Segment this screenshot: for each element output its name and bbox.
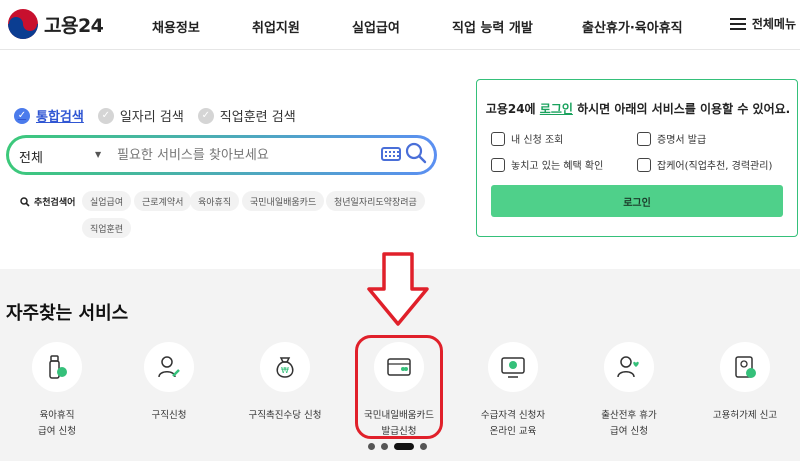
- list-icon: [491, 131, 505, 146]
- service-label: 출산전후 휴가: [601, 410, 657, 421]
- recommended-chip[interactable]: 직업훈련: [82, 218, 132, 238]
- svg-text:₩: ₩: [281, 366, 289, 375]
- highlight-box-annotation: [355, 335, 443, 439]
- service-job-promotion-allowance[interactable]: ₩ 구직촉진수당 신청: [230, 342, 340, 424]
- tab-label: 통합검색: [36, 110, 84, 125]
- login-message-pre: 고용24에: [485, 102, 540, 116]
- certificate-link[interactable]: 증명서 발급: [637, 131, 706, 146]
- carousel-pagination: [368, 443, 427, 450]
- money-bag-icon: ₩: [276, 357, 294, 378]
- service-maternity-leave-benefit[interactable]: 출산전후 휴가급여 신청: [574, 342, 684, 440]
- search-tabs: ✓ 통합검색 ✓ 일자리 검색 ✓ 직업훈련 검색: [14, 106, 296, 125]
- down-arrow-annotation-icon: [367, 252, 429, 326]
- nav-item-vocational-training[interactable]: 직업 능력 개발: [452, 17, 533, 36]
- login-button[interactable]: 로그인: [491, 185, 783, 217]
- recommended-chip[interactable]: 실업급여: [82, 191, 132, 211]
- section-title: 자주찾는 서비스: [6, 303, 129, 324]
- all-menu-label: 전체메뉴: [751, 17, 796, 31]
- tab-training-search[interactable]: ✓ 직업훈련 검색: [197, 106, 296, 125]
- my-application-link[interactable]: 내 신청 조회: [491, 131, 563, 146]
- service-label: 구직촉진수당 신청: [248, 410, 322, 421]
- search-box: 전체 ▼: [6, 135, 437, 175]
- service-label: 육아휴직: [39, 410, 75, 421]
- nav-item-parental-leave[interactable]: 출산휴가·육아휴직: [582, 17, 683, 36]
- document-icon: [637, 131, 651, 146]
- benefits-link[interactable]: 놓치고 있는 혜택 확인: [491, 157, 603, 172]
- recommended-chip[interactable]: 국민내일배움카드: [242, 191, 325, 211]
- nav-item-jobs[interactable]: 채용정보: [152, 17, 200, 36]
- search-input[interactable]: [117, 144, 377, 166]
- career-icon: [637, 157, 651, 172]
- site-logo[interactable]: 고용24: [8, 9, 104, 39]
- nav-item-employment-support[interactable]: 취업지원: [252, 17, 300, 36]
- login-link[interactable]: 로그인: [540, 102, 573, 116]
- recommended-label: 추천검색어: [20, 195, 75, 208]
- carousel-dot-active[interactable]: [394, 443, 414, 450]
- service-label: 급여 신청: [38, 426, 76, 437]
- search-scope-select[interactable]: 전체: [19, 147, 43, 166]
- recommended-label-text: 추천검색어: [34, 198, 76, 208]
- tab-label: 직업훈련 검색: [219, 110, 296, 125]
- tab-integrated-search[interactable]: ✓ 통합검색: [14, 106, 84, 125]
- quick-link-label: 증명서 발급: [657, 135, 707, 146]
- badge-check-icon: [735, 356, 756, 378]
- carousel-dot[interactable]: [381, 443, 388, 450]
- tab-job-search[interactable]: ✓ 일자리 검색: [97, 106, 184, 125]
- search-icon[interactable]: [405, 142, 427, 164]
- login-message-post: 하시면 아래의 서비스를 이용할 수 있어요.: [572, 102, 791, 116]
- tab-label: 일자리 검색: [119, 110, 184, 125]
- service-label: 수급자격 신청자: [480, 410, 546, 421]
- caret-down-icon[interactable]: ▼: [95, 150, 101, 159]
- page: 고용24 채용정보 취업지원 실업급여 직업 능력 개발 출산휴가·육아휴직 전…: [0, 0, 800, 461]
- recommended-chip[interactable]: 근로계약서: [134, 191, 192, 211]
- service-job-application[interactable]: 구직신청: [114, 342, 224, 424]
- recommended-chip[interactable]: 육아휴직: [190, 191, 240, 211]
- taegeuk-logo-icon: [8, 9, 38, 39]
- header: 고용24 채용정보 취업지원 실업급여 직업 능력 개발 출산휴가·육아휴직 전…: [0, 0, 800, 50]
- person-edit-icon: [158, 356, 180, 378]
- document-search-icon: [491, 157, 505, 172]
- service-employment-permit-report[interactable]: 고용허가제 신고: [690, 342, 800, 424]
- all-menu-button[interactable]: 전체메뉴: [729, 15, 796, 32]
- carousel-dot[interactable]: [368, 443, 375, 450]
- hamburger-icon: [729, 17, 746, 30]
- check-icon: ✓: [97, 107, 114, 124]
- check-icon: ✓: [14, 107, 30, 124]
- person-heart-icon: [617, 356, 639, 378]
- login-message: 고용24에 로그인 하시면 아래의 서비스를 이용할 수 있어요.: [477, 100, 799, 117]
- service-label: 급여 신청: [610, 426, 648, 437]
- service-label: 고용허가제 신고: [712, 410, 778, 421]
- login-panel: 고용24에 로그인 하시면 아래의 서비스를 이용할 수 있어요. 내 신청 조…: [476, 79, 798, 237]
- quick-link-label: 놓치고 있는 혜택 확인: [511, 161, 604, 172]
- quick-link-label: 잡케어(직업추천, 경력관리): [657, 161, 773, 172]
- service-label: 온라인 교육: [489, 426, 537, 437]
- logo-text: 고용24: [44, 14, 104, 37]
- jobcare-link[interactable]: 잡케어(직업추천, 경력관리): [637, 157, 772, 172]
- quick-link-label: 내 신청 조회: [511, 135, 564, 146]
- check-icon: ✓: [197, 107, 214, 124]
- baby-bottle-icon: [49, 355, 67, 379]
- search-icon: [20, 196, 30, 207]
- carousel-dot[interactable]: [420, 443, 427, 450]
- monitor-play-icon: [501, 357, 525, 378]
- service-online-education[interactable]: 수급자격 신청자온라인 교육: [458, 342, 568, 440]
- service-label: 구직신청: [151, 410, 187, 421]
- service-parental-leave-benefit[interactable]: 육아휴직급여 신청: [2, 342, 112, 440]
- nav-item-unemployment-benefit[interactable]: 실업급여: [352, 17, 400, 36]
- keyboard-icon[interactable]: [381, 147, 401, 161]
- recommended-chip[interactable]: 청년일자리도약장려금: [326, 191, 425, 211]
